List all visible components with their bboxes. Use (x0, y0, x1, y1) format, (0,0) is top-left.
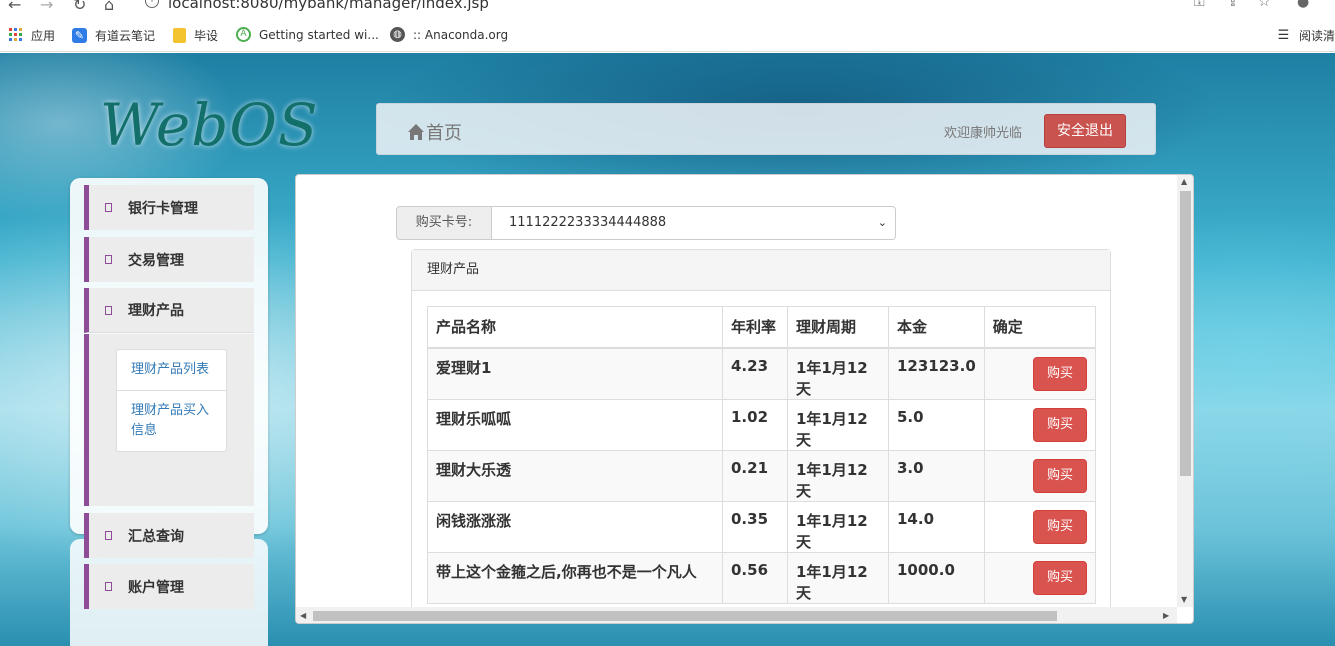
column-header: 年利率 (722, 306, 788, 349)
product-principal: 5.0 (888, 398, 985, 451)
top-navbar: 首页 欢迎康帅光临 安全退出 (376, 103, 1156, 155)
vertical-scrollbar[interactable]: ▲ ▼ (1177, 175, 1193, 607)
reading-list[interactable]: ☰ 阅读清 (1276, 27, 1335, 44)
url-text[interactable]: localhost:8080/mybank/manager/index.jsp (168, 0, 489, 12)
submenu-product-list[interactable]: 理财产品列表 (117, 350, 226, 391)
sidebar-item-wealth-products[interactable]: 理财产品 (84, 288, 254, 333)
vertical-scroll-thumb[interactable] (1180, 191, 1191, 476)
profile-icon[interactable]: ● (1297, 0, 1309, 10)
menu-bullet-icon (105, 255, 112, 264)
column-header: 理财周期 (787, 306, 889, 349)
product-rate: 4.23 (722, 347, 788, 400)
bookmark-bishe[interactable]: 毕设 (173, 27, 218, 44)
product-principal: 3.0 (888, 449, 985, 502)
main-content-frame: 购买卡号: 1111222233334444888 ⌄ 理财产品 产品名称 年利… (295, 174, 1194, 624)
product-rate: 0.56 (722, 551, 788, 604)
horizontal-scrollbar[interactable]: ◀ ▶ (296, 607, 1177, 623)
table-row: 带上这个金箍之后,你再也不是一个凡人 0.56 1年1月12天 1000.0 购… (427, 551, 1097, 604)
home-icon (408, 124, 424, 140)
forward-icon[interactable]: → (40, 0, 53, 14)
product-rate: 1.02 (722, 398, 788, 451)
globe-icon: ◍ (390, 27, 405, 42)
site-info-icon[interactable]: i (145, 0, 159, 8)
products-table: 产品名称 年利率 理财周期 本金 确定 爱理财1 4.23 1年1月12天 12… (427, 306, 1097, 604)
column-header: 确定 (983, 306, 1097, 349)
product-name: 理财大乐透 (427, 449, 723, 502)
product-period: 1年1月12天 (787, 398, 889, 451)
scroll-up-icon[interactable]: ▲ (1181, 177, 1187, 186)
product-rate: 0.21 (722, 449, 788, 502)
submenu-purchase-info[interactable]: 理财产品买入信息 (117, 391, 226, 451)
product-name: 带上这个金箍之后,你再也不是一个凡人 (427, 551, 723, 604)
buy-button[interactable]: 购买 (1033, 356, 1087, 391)
scroll-left-icon[interactable]: ◀ (300, 611, 306, 620)
menu-bullet-icon (105, 203, 112, 212)
products-panel: 理财产品 产品名称 年利率 理财周期 本金 确定 爱理财1 4.23 1年1月1… (411, 249, 1111, 623)
buy-button[interactable]: 购买 (1033, 509, 1087, 544)
reading-list-icon: ☰ (1277, 28, 1290, 43)
page-background: WebOS 首页 欢迎康帅光临 安全退出 银行卡管理 交易管理 理财产品 理财产… (0, 53, 1335, 646)
product-name: 爱理财1 (427, 347, 723, 400)
chevron-down-icon: ⌄ (877, 216, 887, 229)
folder-icon (173, 28, 186, 43)
menu-bullet-icon (105, 582, 112, 591)
star-icon[interactable]: ☆ (1258, 0, 1271, 10)
product-principal: 123123.0 (888, 347, 985, 400)
buy-button[interactable]: 购买 (1033, 560, 1087, 595)
column-header: 本金 (888, 306, 985, 349)
sidebar-item-accounts[interactable]: 账户管理 (84, 564, 254, 609)
android-icon: A (236, 27, 251, 42)
card-select-group: 购买卡号: 1111222233334444888 ⌄ (396, 206, 896, 240)
address-bar: ← → ↻ ⌂ i localhost:8080/mybank/manager/… (0, 0, 1335, 17)
youdao-note-icon: ✎ (72, 28, 87, 43)
scroll-down-icon[interactable]: ▼ (1181, 595, 1187, 604)
product-rate: 0.35 (722, 500, 788, 553)
table-row: 理财乐呱呱 1.02 1年1月12天 5.0 购买 (427, 398, 1097, 451)
column-header: 产品名称 (427, 306, 723, 349)
bookmark-youdao[interactable]: ✎ 有道云笔记 (72, 27, 155, 44)
bookmark-apps[interactable]: 应用 (8, 27, 55, 44)
menu-bullet-icon (105, 531, 112, 540)
product-period: 1年1月12天 (787, 500, 889, 553)
bookmark-anaconda[interactable]: ◍ :: Anaconda.org (390, 27, 508, 42)
home-browser-icon[interactable]: ⌂ (104, 0, 114, 14)
product-period: 1年1月12天 (787, 347, 889, 400)
home-label: 首页 (426, 123, 462, 144)
logout-button[interactable]: 安全退出 (1044, 114, 1126, 148)
menu-bullet-icon (105, 305, 112, 315)
submenu-list: 理财产品列表 理财产品买入信息 (116, 349, 227, 452)
sidebar-item-transactions[interactable]: 交易管理 (84, 237, 254, 282)
key-icon[interactable]: ⚿ (1194, 0, 1205, 10)
buy-button[interactable]: 购买 (1033, 407, 1087, 442)
reload-icon[interactable]: ↻ (73, 0, 86, 14)
share-icon[interactable]: ⇪ (1227, 0, 1239, 10)
panel-title: 理财产品 (412, 250, 1110, 291)
card-number-select[interactable]: 1111222233334444888 ⌄ (492, 206, 896, 240)
logo: WebOS (100, 91, 319, 159)
back-icon[interactable]: ← (8, 0, 21, 14)
scroll-right-icon[interactable]: ▶ (1163, 611, 1169, 620)
table-row: 爱理财1 4.23 1年1月12天 123123.0 购买 (427, 347, 1097, 400)
welcome-text: 欢迎康帅光临 (944, 126, 1023, 141)
product-principal: 14.0 (888, 500, 985, 553)
table-row: 理财大乐透 0.21 1年1月12天 3.0 购买 (427, 449, 1097, 502)
bookmark-getting-started[interactable]: A Getting started wi... (236, 27, 379, 42)
buy-button[interactable]: 购买 (1033, 458, 1087, 493)
product-name: 理财乐呱呱 (427, 398, 723, 451)
bookmarks-bar: 应用 ✎ 有道云笔记 毕设 A Getting started wi... ◍ … (0, 17, 1335, 52)
apps-grid-icon (8, 28, 23, 43)
card-select-label: 购买卡号: (396, 206, 492, 240)
horizontal-scroll-thumb[interactable] (313, 611, 1057, 621)
table-row: 闲钱涨涨涨 0.35 1年1月12天 14.0 购买 (427, 500, 1097, 553)
product-principal: 1000.0 (888, 551, 985, 604)
home-link[interactable]: 首页 (407, 119, 462, 145)
sidebar-item-summary[interactable]: 汇总查询 (84, 513, 254, 558)
product-period: 1年1月12天 (787, 551, 889, 604)
product-name: 闲钱涨涨涨 (427, 500, 723, 553)
product-period: 1年1月12天 (787, 449, 889, 502)
sidebar-item-bank-card[interactable]: 银行卡管理 (84, 185, 254, 230)
